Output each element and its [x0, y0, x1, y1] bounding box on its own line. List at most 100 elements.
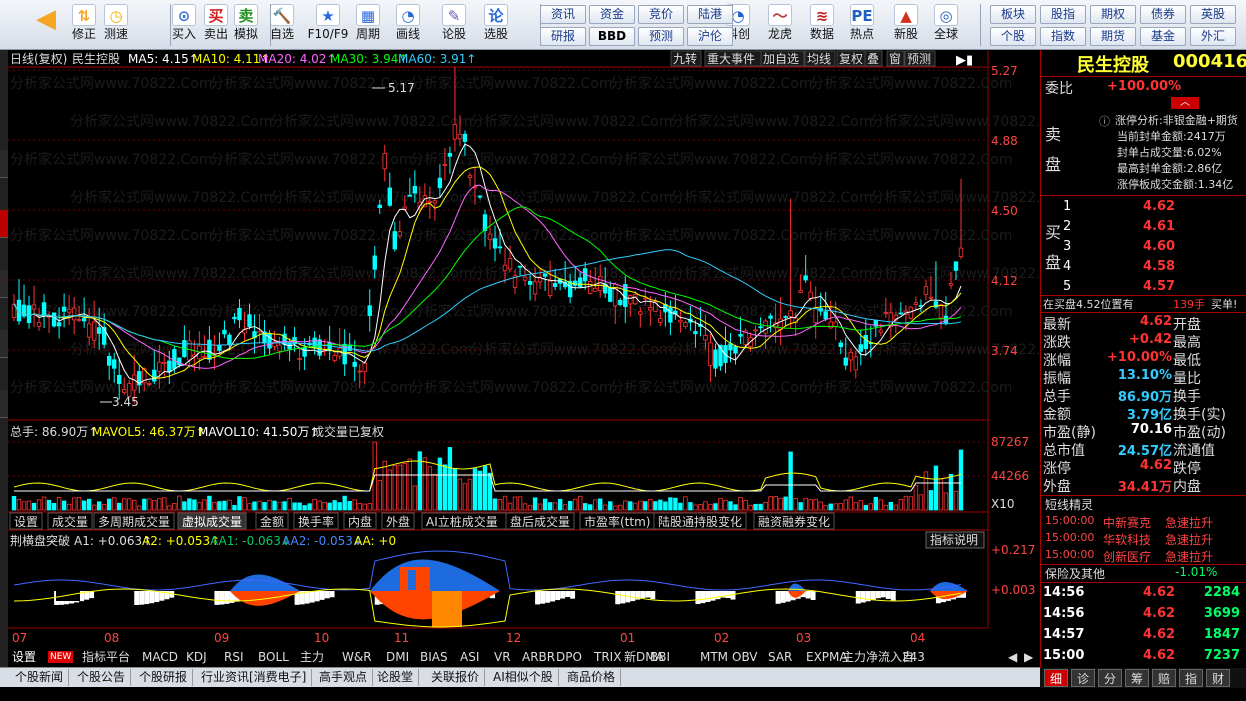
small-button[interactable]: 沪伦 — [687, 27, 733, 46]
hammer-button[interactable]: 卖模拟 — [228, 2, 264, 48]
chart-tag-label[interactable]: 重大事件 — [707, 52, 755, 66]
indicator-tab-23[interactable]: 243 — [898, 648, 929, 666]
quote-tab-6[interactable]: 财 — [1206, 669, 1230, 687]
chart-tag-label[interactable]: 复权 — [839, 52, 863, 66]
small-button[interactable]: 研报 — [540, 27, 586, 46]
short-row-name[interactable]: 华软科技 — [1103, 531, 1151, 548]
quote-tab-4[interactable]: 赔 — [1152, 669, 1176, 687]
quote-tab-2[interactable]: 分 — [1098, 669, 1122, 687]
small-button[interactable]: 英股 — [1190, 5, 1236, 24]
chart-tag-label[interactable]: 加自选 — [763, 52, 799, 66]
indicator-help-label[interactable]: 指标说明 — [930, 532, 978, 547]
globe-button[interactable]: ◎ 全球 — [928, 2, 964, 48]
sub-tab-label[interactable]: 外盘 — [386, 514, 410, 529]
indicator-tab-4[interactable]: KDJ — [182, 648, 211, 666]
scroll-left-icon[interactable]: ◀ — [1004, 648, 1021, 666]
up-down-arrow-button[interactable]: ⇅ 修正 — [66, 2, 102, 48]
indicator-tab-1[interactable]: NEW — [48, 651, 74, 663]
indicator-tab-18[interactable]: MTM — [696, 648, 732, 666]
small-button[interactable]: 预测 — [638, 27, 684, 46]
collapse-up-icon[interactable]: ︿ — [1171, 97, 1199, 109]
small-button[interactable]: 指数 — [1040, 27, 1086, 46]
hot-button[interactable]: PE 热点 — [844, 2, 880, 48]
sector-name[interactable]: 保险及其他 — [1045, 565, 1105, 582]
quote-tab-5[interactable]: 指 — [1179, 669, 1203, 687]
dragon-tiger-button[interactable]: 〜龙虎 — [762, 2, 798, 48]
sub-tab-label[interactable]: 设置 — [14, 515, 38, 529]
pen-button[interactable]: ◔ 画线 — [390, 2, 426, 48]
sub-tab-label[interactable]: 金额 — [260, 514, 284, 529]
sub-tab-label[interactable]: 换手率 — [298, 514, 334, 529]
quote-tab-0[interactable]: 细 — [1044, 669, 1068, 687]
buy-button[interactable]: ⊙ 买入 — [166, 2, 202, 48]
news-tab-6[interactable]: 关联报价 — [426, 669, 486, 686]
short-row-name[interactable]: 中新赛克 — [1103, 514, 1151, 531]
indicator-tab-20[interactable]: SAR — [764, 648, 796, 666]
news-tab-7[interactable]: AI相似个股 — [488, 669, 559, 686]
pe-button[interactable]: ≋ 数据 — [804, 2, 840, 48]
sub-tab-label[interactable]: 成交量 — [52, 514, 88, 529]
small-button[interactable]: 资金 — [589, 5, 635, 24]
short-row-name[interactable]: 创新医疗 — [1103, 548, 1151, 565]
select-stock-button[interactable]: 论选股 — [478, 2, 514, 48]
collapse-arrow-icon[interactable]: ▶▮ — [956, 53, 973, 68]
period-button[interactable]: ▦ 周期 — [350, 2, 386, 48]
chart-tag-label[interactable]: 均线 — [807, 52, 831, 66]
indicator-tab-3[interactable]: MACD — [138, 648, 182, 666]
indicator-tab-14[interactable]: DPO — [552, 648, 586, 666]
indicator-tab-17[interactable]: BBI — [646, 648, 674, 666]
sub-tab-label[interactable]: 融资融券变化 — [758, 514, 830, 529]
sub-tab-label[interactable]: 内盘 — [348, 514, 372, 529]
small-button[interactable]: 债券 — [1140, 5, 1186, 24]
small-button[interactable]: 资讯 — [540, 5, 586, 24]
indicator-tab-0[interactable]: 设置 — [8, 648, 40, 666]
indicator-tab-10[interactable]: BIAS — [416, 648, 452, 666]
small-button[interactable]: 个股 — [990, 27, 1036, 46]
quote-tab-3[interactable]: 筹 — [1125, 669, 1149, 687]
indicator-tab-2[interactable]: 指标平台 — [78, 648, 134, 666]
small-button[interactable]: 基金 — [1140, 27, 1186, 46]
small-button[interactable]: 外汇 — [1190, 27, 1236, 46]
indicator-tab-12[interactable]: VR — [490, 648, 515, 666]
indicator-tab-8[interactable]: W&R — [338, 648, 376, 666]
news-tab-3[interactable]: 行业资讯[消费电子] — [196, 669, 313, 686]
sub-tab-label[interactable]: AI立桩成交量 — [426, 514, 498, 529]
news-tab-1[interactable]: 个股公告 — [72, 669, 132, 686]
quote-tab-1[interactable]: 诊 — [1071, 669, 1095, 687]
sub-tab-label[interactable]: 市盈率(ttm) — [584, 514, 650, 529]
small-button[interactable]: 期权 — [1090, 5, 1136, 24]
news-tab-0[interactable]: 个股新闻 — [10, 669, 70, 686]
small-button[interactable]: 陆港 — [687, 5, 733, 24]
ipo-button[interactable]: ▲ 新股 — [888, 2, 924, 48]
indicator-tab-11[interactable]: ASI — [456, 648, 483, 666]
scroll-right-icon[interactable]: ▶ — [1020, 648, 1037, 666]
sub-tab-label[interactable]: 多周期成交量 — [98, 514, 170, 529]
back-arrow-button[interactable]: ◀ — [28, 2, 64, 48]
chart-tag-label[interactable]: 九转 — [673, 51, 697, 66]
indicator-tab-7[interactable]: 主力 — [296, 648, 328, 666]
chart-tag-label[interactable]: 叠 — [867, 52, 879, 66]
sub-tab-label[interactable]: 盘后成交量 — [510, 514, 570, 529]
news-tab-5[interactable]: 论股堂 — [372, 669, 420, 686]
indicator-tab-6[interactable]: BOLL — [254, 648, 293, 666]
small-button[interactable]: 期货 — [1090, 27, 1136, 46]
kline-chart-area[interactable]: 分析家公式网www.70822.Com 分析家公式网www.70822.Com 分析… — [0, 50, 1072, 668]
sub-tab-label[interactable]: 虚拟成交量 — [182, 514, 242, 529]
indicator-tab-5[interactable]: RSI — [220, 648, 248, 666]
news-tab-4[interactable]: 高手观点 — [314, 669, 374, 686]
small-button[interactable]: 股指 — [1040, 5, 1086, 24]
clock-button[interactable]: ◷ 测速 — [98, 2, 134, 48]
kline-svg[interactable]: 分析家公式网www.70822.Com分析家公式网www.70822.Com分析… — [0, 50, 1072, 648]
news-tab-8[interactable]: 商品价格 — [562, 669, 622, 686]
small-button[interactable]: 板块 — [990, 5, 1036, 24]
news-tab-2[interactable]: 个股研报 — [134, 669, 194, 686]
indicator-tab-9[interactable]: DMI — [382, 648, 413, 666]
chart-tag-label[interactable]: 预测 — [907, 52, 931, 66]
chart-tag-label[interactable]: 窗 — [889, 52, 901, 66]
discuss-button[interactable]: ✎ 论股 — [436, 2, 472, 48]
f10-button[interactable]: ★ F10/F9 — [304, 2, 352, 48]
small-button[interactable]: BBD — [589, 27, 635, 46]
indicator-tab-19[interactable]: OBV — [728, 648, 762, 666]
small-button[interactable]: 竞价 — [638, 5, 684, 24]
sub-tab-label[interactable]: 陆股通持股变化 — [658, 514, 742, 529]
